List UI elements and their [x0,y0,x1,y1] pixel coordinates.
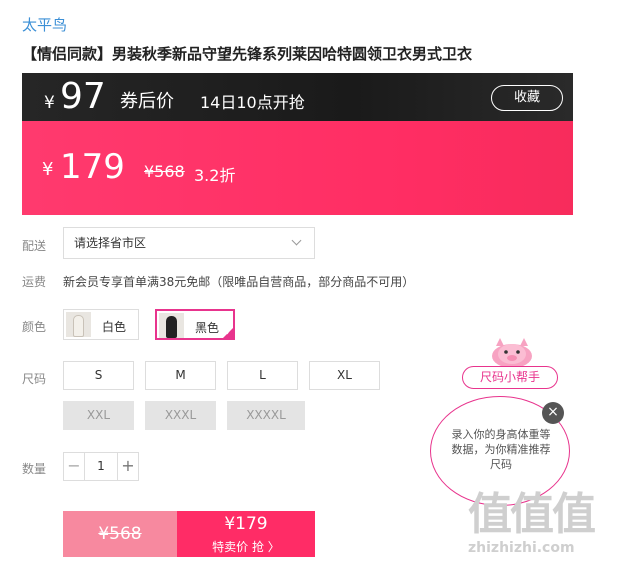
after-coupon-label: 券后价 [120,91,174,112]
sale-start-time: 14日10点开抢 [200,93,305,112]
address-select[interactable]: 请选择省市区 [63,227,315,259]
coupon-price: 97 [60,76,106,117]
favorite-button[interactable]: 收藏 [491,85,563,111]
color-label: 颜色 [22,320,47,334]
original-price-button[interactable]: ¥568 [63,511,177,557]
watermark-logo: 值值值 zhizhizhi.com [466,478,612,566]
pig-mascot-icon [492,338,532,368]
discount-rate: 3.2折 [194,166,236,185]
sale-price: 179 [60,147,125,187]
black-hoodie-thumbnail [159,313,184,338]
buy-action-label: 特卖价 抢 〉 [212,540,280,554]
size-option-xxxl: XXXL [145,401,216,430]
size-option-l[interactable]: L [227,361,298,390]
size-helper-tag[interactable]: 尺码小帮手 [462,366,558,389]
shipping-label: 配送 [22,239,47,253]
size-option-xxxxl: XXXXL [227,401,305,430]
buy-now-button[interactable]: ¥179 特卖价 抢 〉 [177,511,315,557]
sale-price-bar: ¥ 179 ¥568 3.2折 [22,121,573,215]
quantity-label: 数量 [22,462,47,476]
brand-link[interactable]: 太平鸟 [22,14,67,35]
fee-label: 运费 [22,275,47,289]
size-option-xxl: XXL [63,401,134,430]
checkmark-icon: ✓ [225,328,232,337]
buy-price: ¥179 [224,514,268,534]
coupon-currency: ¥ [44,93,55,113]
quantity-input[interactable]: 1 [85,452,117,481]
chevron-down-icon [291,235,302,246]
size-option-s[interactable]: S [63,361,134,390]
product-title: 【情侣同款】男装秋季新品守望先锋系列莱因哈特圆领卫衣男式卫衣 [22,45,473,63]
address-placeholder: 请选择省市区 [74,236,147,250]
original-price: ¥568 [144,162,185,181]
quantity-minus-button[interactable]: − [63,452,85,481]
watermark-url: zhizhizhi.com [468,540,575,556]
size-label: 尺码 [22,372,47,386]
coupon-price-bar: ¥ 97 券后价 14日10点开抢 收藏 [22,73,573,121]
color-name: 黑色 [195,321,220,335]
color-option-black[interactable]: 黑色 ✓ [155,309,235,340]
size-option-xl[interactable]: XL [309,361,380,390]
quantity-plus-button[interactable]: + [117,452,139,481]
fee-text: 新会员专享首单满38元免邮（限唯品自营商品，部分商品不可用） [63,275,415,289]
watermark-text: 值值值 [468,489,596,540]
size-helper-text: 录入你的身高体重等数据，为你精准推荐尺码 [451,428,551,471]
color-name: 白色 [102,320,127,334]
color-option-white[interactable]: 白色 [63,309,139,340]
sale-currency: ¥ [42,159,54,180]
white-hoodie-thumbnail [66,312,91,337]
close-icon[interactable]: × [542,402,564,424]
size-option-m[interactable]: M [145,361,216,390]
